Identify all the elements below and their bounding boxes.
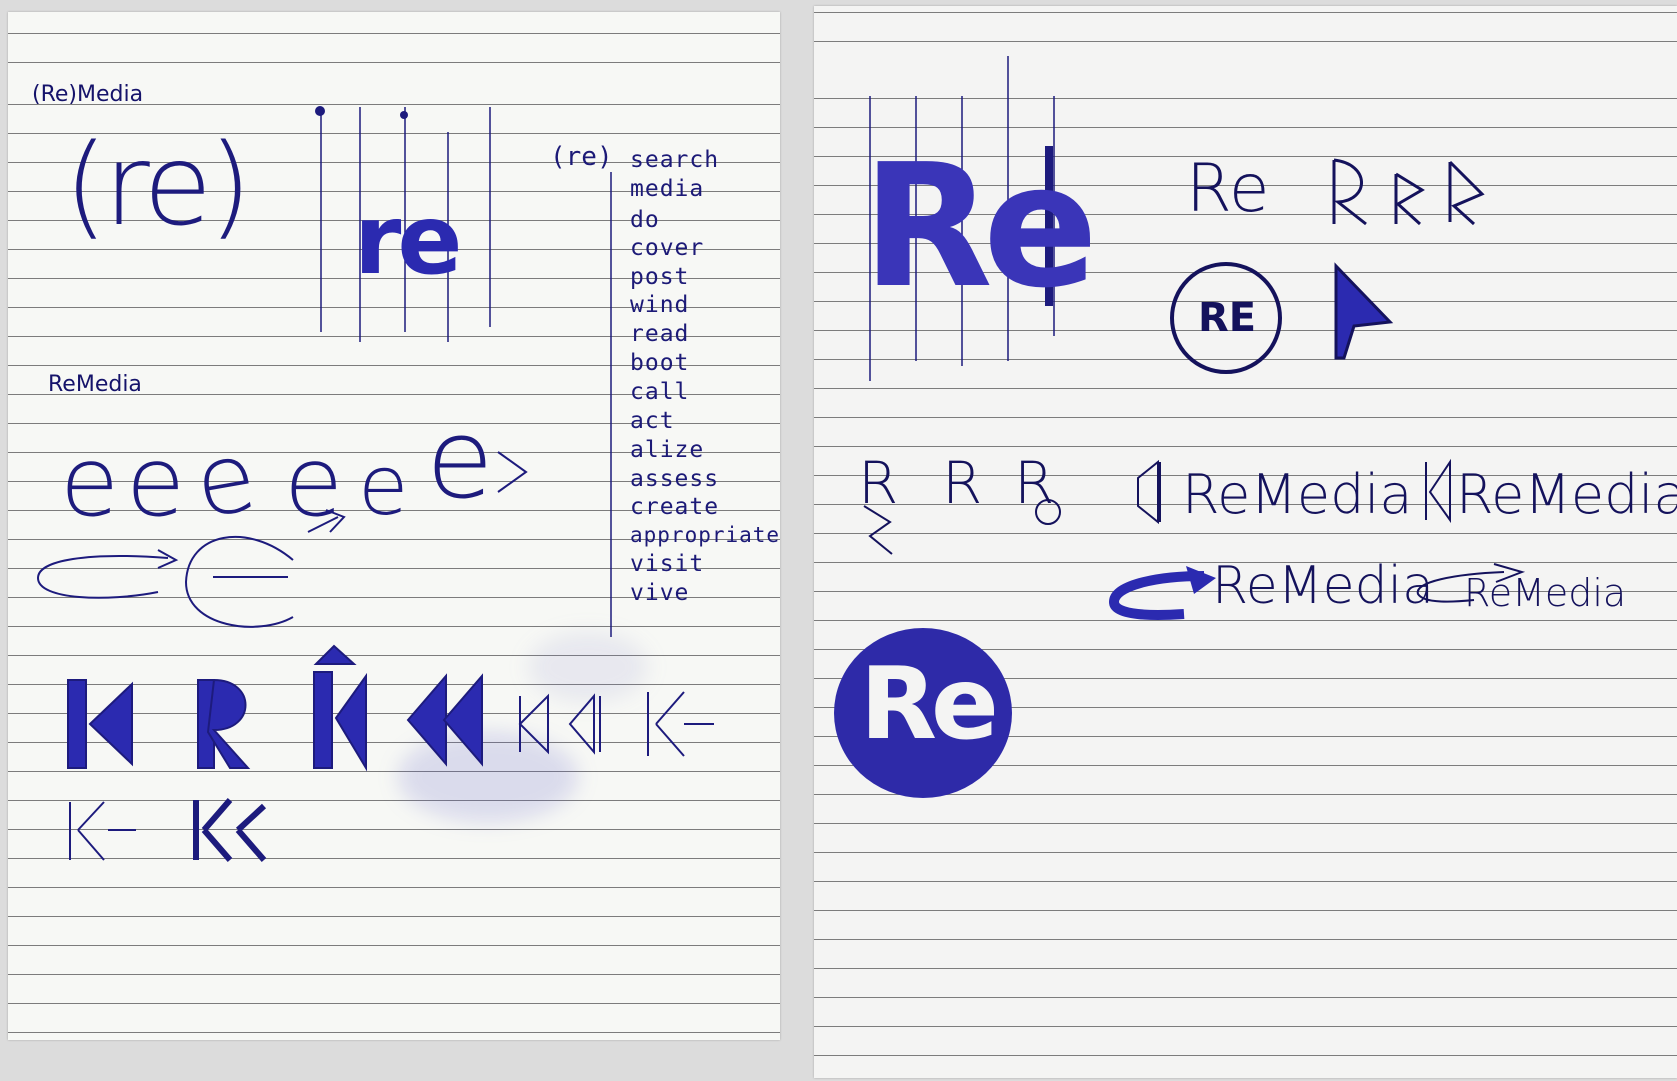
sketch-page-right: Re Re RE R R R ReMedia ReMedia ReMedia R…: [814, 6, 1677, 1078]
k-arrow-logo-sketches: [67, 644, 714, 862]
sketch-page-left: (Re)Media (re) re (re) search media do c…: [8, 12, 780, 1040]
re-circle-logo-text: Re: [860, 645, 999, 762]
curved-arrow-marks: [1108, 563, 1526, 620]
